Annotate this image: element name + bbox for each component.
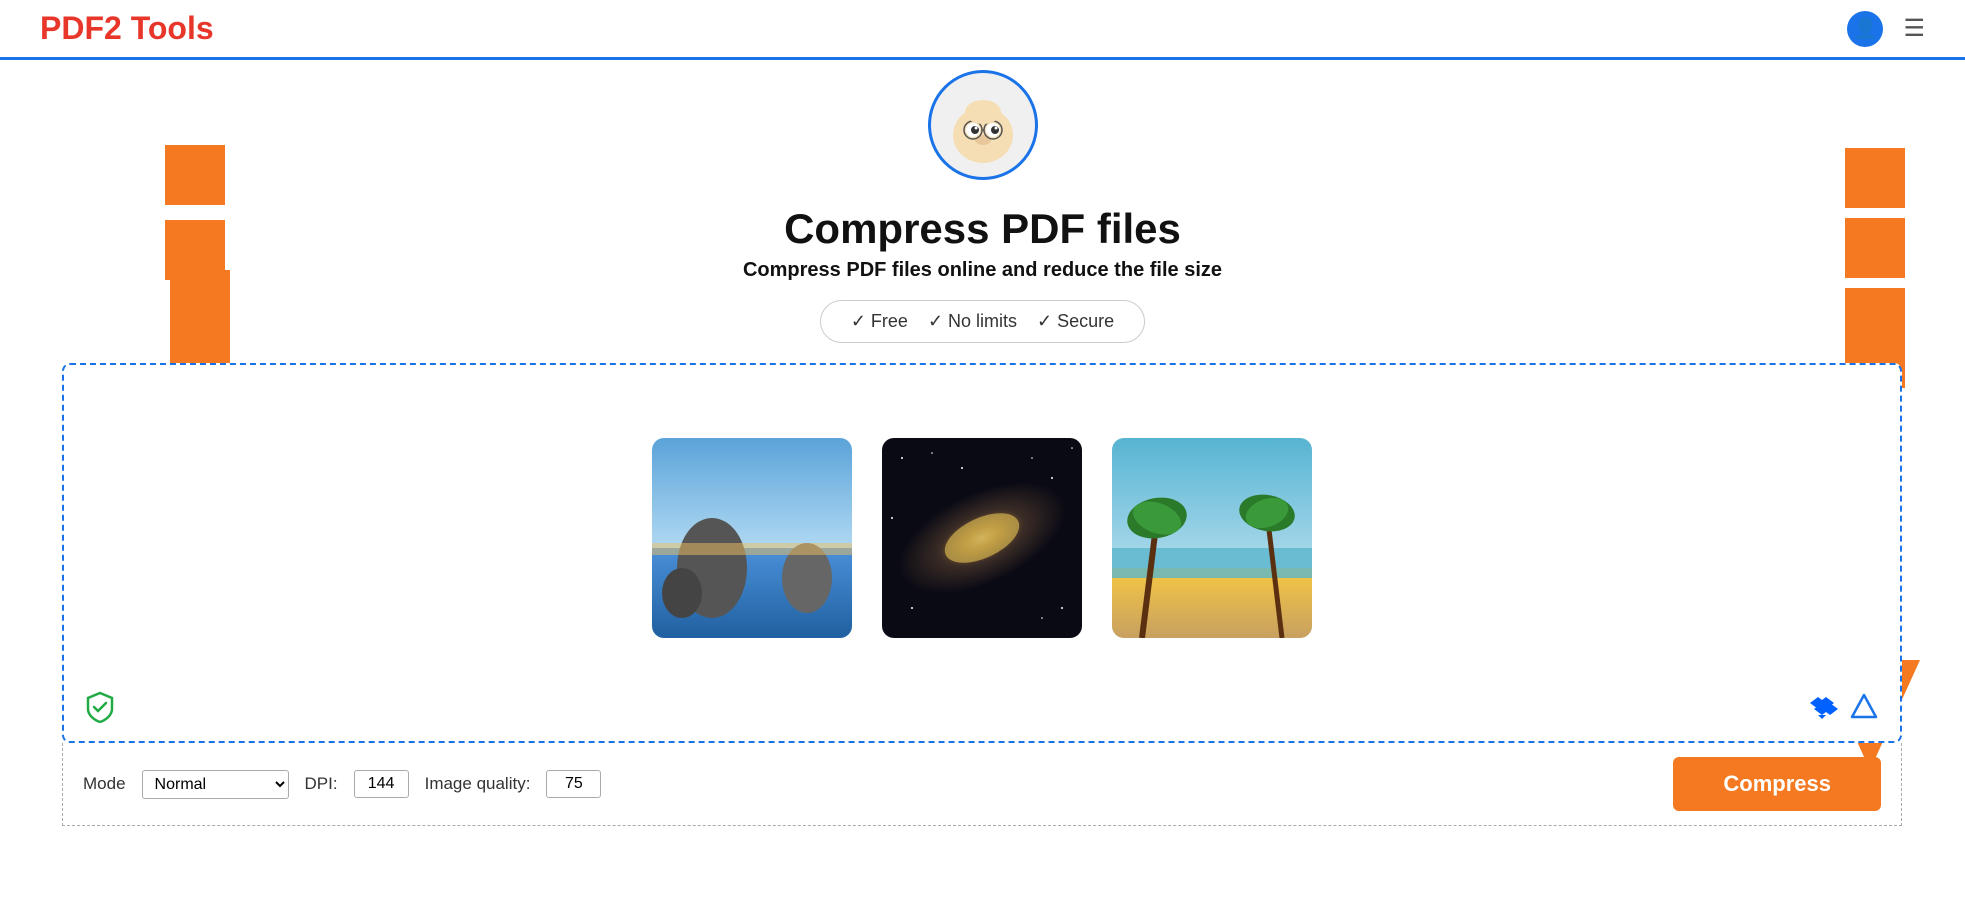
mascot-svg	[938, 80, 1028, 170]
badge-free-text: ✓ Free	[851, 311, 908, 332]
annotation-square-right-2	[1845, 218, 1905, 278]
header-right: 👤 ☰	[1847, 11, 1925, 47]
cloud-icons-container	[1806, 691, 1880, 723]
main-content: Compress PDF files Compress PDF files on…	[0, 180, 1965, 343]
quality-label: Image quality:	[425, 774, 531, 794]
logo: PDF2 Tools	[40, 10, 214, 47]
google-drive-icon[interactable]	[1848, 691, 1880, 723]
mode-select[interactable]: Normal Extreme Recommended	[142, 770, 289, 799]
annotation-square-left-1	[165, 145, 225, 205]
badge-secure: ✓ Secure	[1037, 311, 1114, 332]
user-icon-inner: 👤	[1853, 16, 1878, 41]
mascot-circle	[928, 70, 1038, 180]
badges-container: ✓ Free ✓ No limits ✓ Secure	[820, 300, 1145, 343]
header: PDF2 Tools 👤 ☰	[0, 0, 1965, 60]
mode-controls: Mode Normal Extreme Recommended DPI: Ima…	[83, 770, 601, 799]
page-subtitle: Compress PDF files online and reduce the…	[743, 259, 1222, 282]
thumbnail-tropical	[1112, 438, 1312, 638]
drop-zone[interactable]	[62, 363, 1902, 743]
logo-pdf: PDF	[40, 10, 104, 46]
badge-no-limits-text: ✓ No limits	[928, 311, 1017, 332]
thumbnail-beach-svg	[652, 438, 852, 638]
badge-secure-text: ✓ Secure	[1037, 311, 1114, 332]
dropbox-icon[interactable]	[1806, 691, 1838, 723]
mascot-area	[0, 70, 1965, 180]
thumbnail-galaxy-svg	[882, 438, 1082, 638]
dpi-input[interactable]	[354, 770, 409, 798]
menu-icon[interactable]: ☰	[1903, 14, 1925, 43]
user-icon[interactable]: 👤	[1847, 11, 1883, 47]
shield-icon	[84, 691, 116, 723]
badge-no-limits: ✓ No limits	[928, 311, 1017, 332]
logo-tools: Tools	[131, 10, 214, 46]
badge-free: ✓ Free	[851, 311, 908, 332]
logo-2: 2	[104, 10, 122, 46]
page-title: Compress PDF files	[784, 205, 1181, 253]
bottom-bar: Mode Normal Extreme Recommended DPI: Ima…	[62, 743, 1902, 826]
thumbnail-galaxy	[882, 438, 1082, 638]
quality-input[interactable]	[546, 770, 601, 798]
mode-label: Mode	[83, 774, 126, 794]
thumbnail-beach	[652, 438, 852, 638]
security-badge	[84, 691, 116, 723]
thumbnails-container	[652, 438, 1312, 638]
dpi-label: DPI:	[305, 774, 338, 794]
annotation-square-right-1	[1845, 148, 1905, 208]
thumbnail-tropical-svg	[1112, 438, 1312, 638]
